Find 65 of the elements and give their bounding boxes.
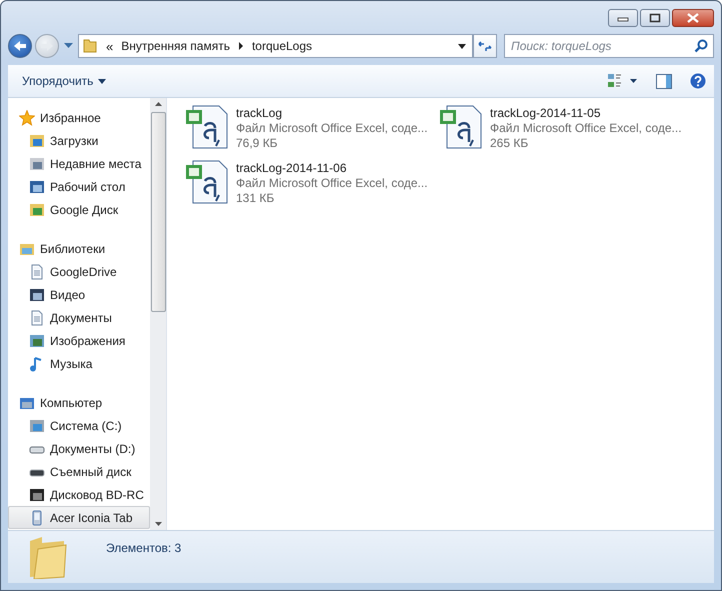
nav-group[interactable]: Избранное	[8, 106, 150, 129]
file-size: 76,9 КБ	[236, 136, 279, 150]
folder-icon	[82, 38, 98, 54]
nav-item[interactable]: Система (C:)	[8, 414, 150, 437]
preview-pane-button[interactable]	[654, 72, 674, 90]
refresh-button[interactable]	[473, 34, 497, 58]
document-icon	[29, 310, 45, 326]
nav-item[interactable]: Дисковод BD-RC	[8, 483, 150, 506]
close-button[interactable]	[672, 9, 714, 27]
help-icon	[690, 73, 706, 89]
nav-item[interactable]: Документы (D:)	[8, 437, 150, 460]
scroll-up-icon[interactable]	[154, 102, 162, 106]
file-size: 265 КБ	[490, 136, 530, 150]
item-count: Элементов: 3	[106, 541, 182, 555]
nav-item[interactable]: Документы	[8, 306, 150, 329]
file-size: 131 КБ	[236, 191, 276, 205]
refresh-icon	[478, 40, 492, 52]
search-icon	[694, 39, 708, 53]
folder-icon	[29, 202, 45, 218]
scroll-down-icon[interactable]	[154, 522, 162, 526]
nav-group[interactable]: Компьютер	[8, 391, 150, 414]
breadcrumb-arrow-icon[interactable]	[238, 42, 244, 50]
breadcrumb[interactable]: Внутренняя память	[121, 39, 230, 53]
nav-item[interactable]: Рабочий стол	[8, 175, 150, 198]
nav-item[interactable]: Музыка	[8, 352, 150, 375]
close-icon	[686, 13, 700, 23]
address-bar[interactable]: « Внутренняя память torqueLogs	[78, 34, 473, 58]
file-tile[interactable]: trackLog Файл Microsoft Office Excel, соде... 76,9 КБ	[185, 104, 439, 159]
nav-item[interactable]: Google Диск	[8, 198, 150, 221]
file-name: trackLog-2014-11-06	[236, 161, 348, 175]
nav-item[interactable]: Съемный диск	[8, 460, 150, 483]
file-name: trackLog	[236, 106, 284, 120]
file-name: trackLog-2014-11-05	[490, 106, 602, 120]
file-type: Файл Microsoft Office Excel, соде...	[490, 121, 682, 135]
nav-group[interactable]: Библиотеки	[8, 237, 150, 260]
file-tile[interactable]: trackLog-2014-11-06 Файл Microsoft Office Excel, соде... 131 КБ	[185, 159, 439, 214]
caret-icon	[98, 78, 106, 84]
nav-item[interactable]: Acer Iconia Tab	[8, 506, 150, 529]
search-field[interactable]: Поиск: torqueLogs	[504, 34, 714, 58]
help-button[interactable]	[688, 71, 708, 91]
history-dropdown-icon[interactable]	[64, 43, 73, 49]
file-tile[interactable]: trackLog-2014-11-05 Файл Microsoft Office Excel, соде... 265 КБ	[439, 104, 693, 159]
document-icon	[29, 264, 45, 280]
star-icon	[19, 110, 35, 126]
scrollbar[interactable]	[150, 98, 166, 530]
dropdown-icon[interactable]	[458, 44, 466, 48]
nav-item[interactable]: Изображения	[8, 329, 150, 352]
maximize-icon	[649, 13, 661, 23]
preview-pane-icon	[656, 74, 672, 88]
file-type: Файл Microsoft Office Excel, соде...	[236, 176, 428, 190]
breadcrumb[interactable]: torqueLogs	[252, 39, 312, 53]
view-options-button[interactable]	[606, 72, 640, 90]
folder-icon	[28, 535, 68, 579]
view-icon	[608, 74, 638, 88]
file-type: Файл Microsoft Office Excel, соде...	[236, 121, 428, 135]
nav-item[interactable]: Недавние места	[8, 152, 150, 175]
overflow-chevron[interactable]: «	[106, 38, 114, 54]
left-arrow-icon	[13, 40, 27, 52]
organize-menu-button[interactable]: Упорядочить	[18, 72, 110, 90]
minimize-button[interactable]	[608, 9, 638, 27]
nav-item[interactable]: GoogleDrive	[8, 260, 150, 283]
nav-item[interactable]: Загрузки	[8, 129, 150, 152]
back-button[interactable]	[8, 34, 32, 58]
maximize-button[interactable]	[640, 9, 670, 27]
nav-item[interactable]: Видео	[8, 283, 150, 306]
